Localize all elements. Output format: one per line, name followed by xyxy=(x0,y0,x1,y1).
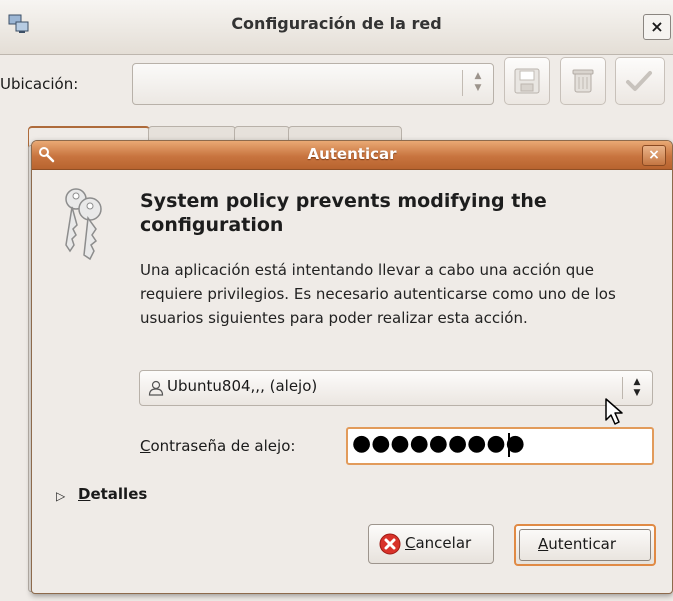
auth-heading: System policy prevents modifying the con… xyxy=(140,190,547,236)
password-label-text: ontraseña de alejo: xyxy=(150,437,296,455)
cancel-mnemonic: C xyxy=(405,534,416,552)
apply-check-icon xyxy=(626,71,652,91)
user-selected-value: Ubuntu804,,, (alejo) xyxy=(167,377,318,395)
password-label-mnemonic: C xyxy=(140,437,151,455)
auth-dialog-title: Autenticar xyxy=(307,145,397,163)
auth-description: Una aplicación está intentando llevar a … xyxy=(140,261,616,327)
location-label: Ubicación: xyxy=(0,75,79,93)
delete-icon xyxy=(572,69,594,93)
save-location-button[interactable] xyxy=(504,57,550,105)
authenticate-text: utenticar xyxy=(548,535,617,553)
apply-location-button[interactable] xyxy=(615,57,665,105)
cancel-icon xyxy=(379,533,401,555)
authenticate-label: Autenticar xyxy=(538,535,616,553)
cancel-button[interactable]: Cancelar xyxy=(368,524,494,564)
auth-dialog: Autenticar × System policy prevents modi… xyxy=(31,140,673,594)
details-text: etalles xyxy=(90,485,148,503)
location-combo[interactable] xyxy=(132,63,494,105)
details-expander[interactable]: Detalles xyxy=(78,485,147,503)
save-icon xyxy=(514,68,540,94)
user-combo-arrows-icon[interactable]: ▲ ▼ xyxy=(628,377,646,399)
mouse-pointer-icon xyxy=(604,398,624,426)
delete-location-button[interactable] xyxy=(560,57,606,105)
authenticate-mnemonic: A xyxy=(538,535,549,553)
location-combo-separator xyxy=(462,70,463,96)
password-label: Contraseña de alejo: xyxy=(140,437,295,455)
authenticate-button[interactable]: Autenticar xyxy=(514,524,656,566)
auth-close-button[interactable]: × xyxy=(642,145,666,166)
user-combo-separator xyxy=(622,377,623,399)
location-combo-arrows-icon[interactable]: ▲ ▼ xyxy=(468,70,488,96)
text-caret xyxy=(508,433,510,457)
user-icon xyxy=(148,380,164,396)
cancel-label: Cancelar xyxy=(405,534,471,552)
details-mnemonic: D xyxy=(78,485,91,503)
password-value: ●●●●●●●●● xyxy=(352,431,525,456)
parent-window-title: Configuración de la red xyxy=(231,14,442,33)
keys-icon xyxy=(60,185,110,261)
expander-arrow-icon[interactable]: ▷ xyxy=(56,489,65,503)
cancel-text: ancelar xyxy=(415,534,472,552)
parent-close-button[interactable]: × xyxy=(643,14,671,40)
